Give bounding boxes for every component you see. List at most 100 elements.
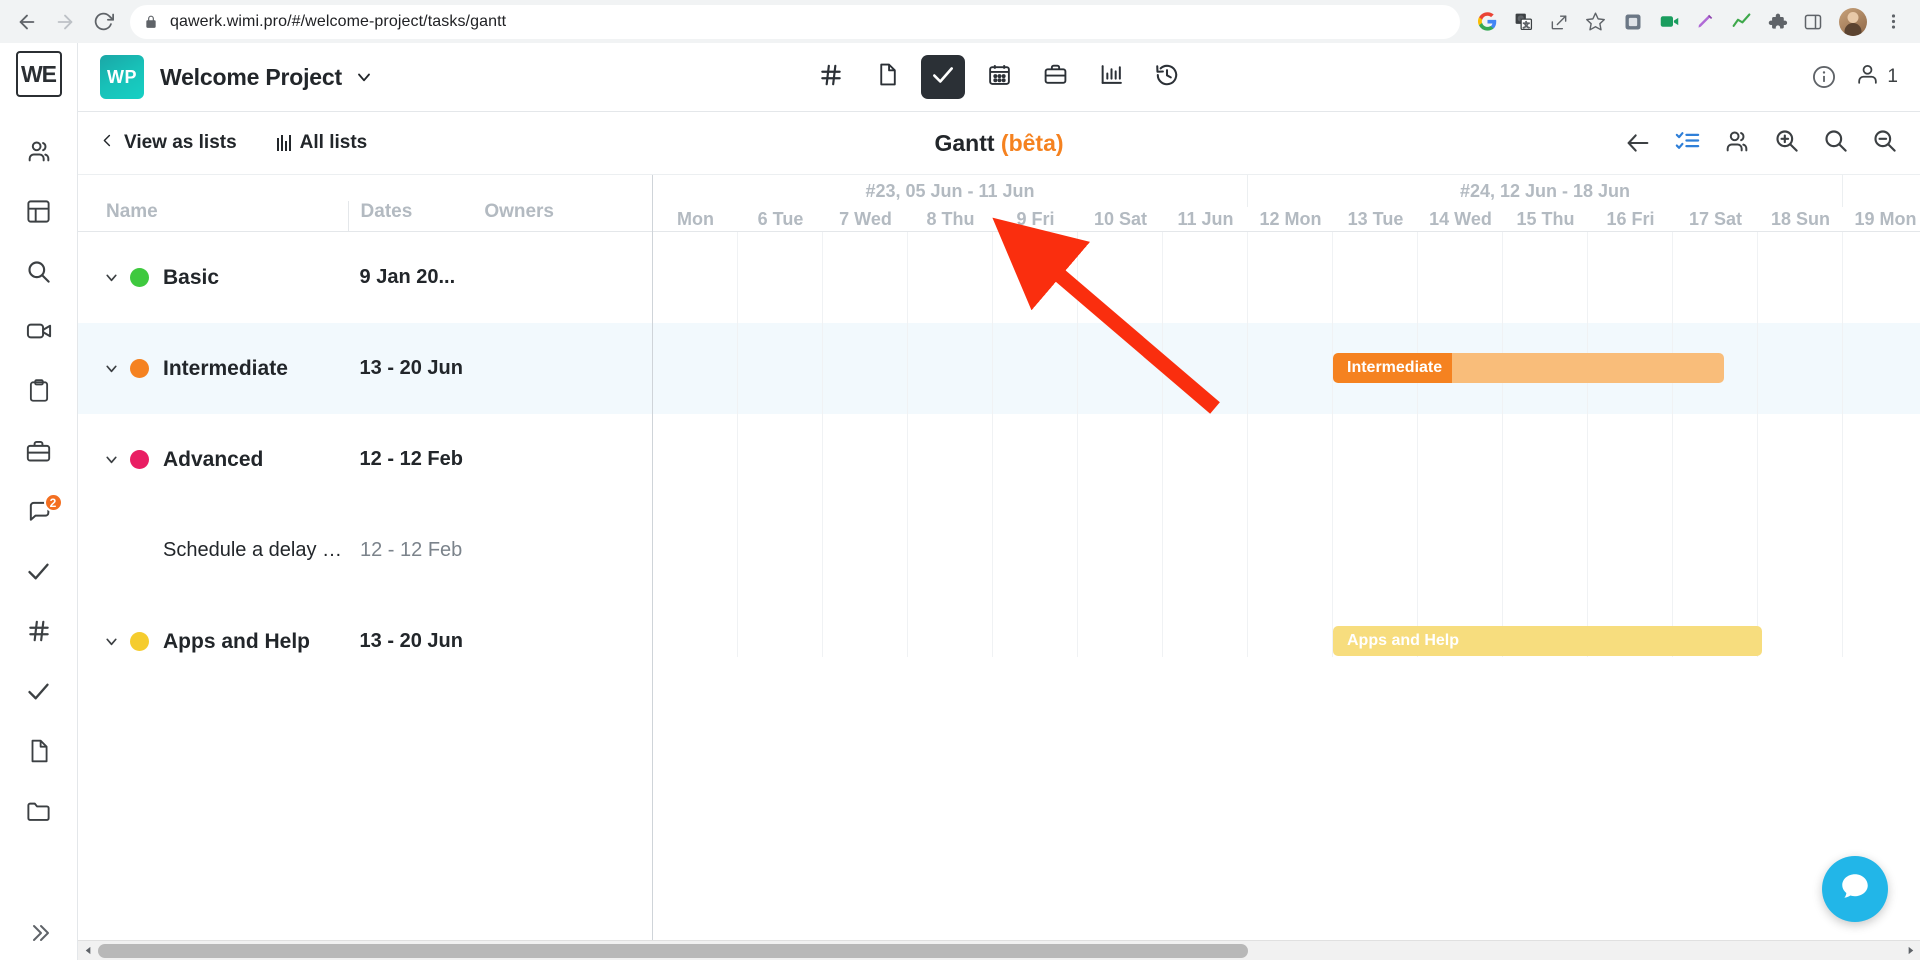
timeline-day-header: Mon6 Tue7 Wed8 Thu9 Fri10 Sat11 Jun12 Mo… (653, 207, 1920, 232)
chevron-down-icon[interactable] (100, 451, 122, 468)
address-bar[interactable]: qawerk.wimi.pro/#/welcome-project/tasks/… (130, 5, 1460, 39)
task-color-dot (130, 450, 149, 469)
task-color-dot (130, 268, 149, 287)
tab-documents[interactable] (865, 55, 909, 99)
horizontal-scrollbar[interactable] (78, 940, 1920, 960)
scroll-right-arrow[interactable] (1900, 941, 1920, 960)
video-camera-icon[interactable] (1652, 5, 1686, 39)
table-row[interactable]: Schedule a delay alert12 - 12 Feb (78, 505, 652, 596)
rail-item-tasks[interactable] (0, 541, 78, 601)
timeline-week-label: #25, 19 Jun - 25 Jun (1843, 175, 1920, 207)
rail-item-documents[interactable] (0, 721, 78, 781)
timeline-bars: Intermediate Apps and Help (653, 232, 1920, 960)
gantt-bar[interactable]: Apps and Help (1333, 626, 1762, 656)
timeline-day-label: 8 Thu (908, 207, 993, 231)
scrollbar-thumb[interactable] (98, 944, 1248, 958)
rail-item-video[interactable] (0, 301, 78, 361)
three-dot-menu-icon[interactable] (1876, 5, 1910, 39)
project-name[interactable]: Welcome Project (160, 64, 342, 91)
timeline-day-label: 13 Tue (1333, 207, 1418, 231)
timeline-day-label: 15 Thu (1503, 207, 1588, 231)
bar-chart-icon (1099, 62, 1124, 92)
share-icon[interactable] (1542, 5, 1576, 39)
task-name-cell: Advanced (78, 448, 348, 472)
tab-calendar[interactable] (977, 55, 1021, 99)
back-arrow-button[interactable] (1624, 129, 1652, 157)
tab-meetings[interactable] (1033, 55, 1077, 99)
briefcase-icon (25, 438, 52, 465)
task-color-dot (130, 632, 149, 651)
rail-item-channels[interactable] (0, 601, 78, 661)
chevron-down-icon[interactable] (100, 360, 122, 377)
zoom-out-button[interactable] (1871, 127, 1898, 159)
history-icon (1154, 62, 1180, 93)
table-row[interactable]: Apps and Help13 - 20 Jun (78, 596, 652, 687)
rail-expand-button[interactable] (0, 921, 78, 950)
table-row[interactable]: Basic9 Jan 20... (78, 232, 652, 323)
tab-reports[interactable] (1089, 55, 1133, 99)
lock-icon (144, 15, 158, 29)
chevron-down-icon[interactable] (100, 269, 122, 286)
tab-activity[interactable] (1145, 55, 1189, 99)
chart-line-icon[interactable] (1724, 5, 1758, 39)
timeline-day-label: 6 Tue (738, 207, 823, 231)
browser-back-button[interactable] (10, 5, 44, 39)
rail-item-dashboard[interactable] (0, 181, 78, 241)
rail-item-chat[interactable]: 2 (0, 481, 78, 541)
member-count[interactable]: 1 (1855, 62, 1898, 93)
gantt-bar-progress: Intermediate (1333, 353, 1452, 383)
table-row[interactable]: Intermediate13 - 20 Jun (78, 323, 652, 414)
timeline-day-label: Mon (653, 207, 738, 231)
info-icon[interactable] (1811, 64, 1837, 90)
puzzle-extensions-icon[interactable] (1760, 5, 1794, 39)
main-content: WP Welcome Project (78, 43, 1920, 960)
person-icon (1855, 62, 1880, 93)
search-button[interactable] (1822, 127, 1849, 159)
rail-item-search[interactable] (0, 241, 78, 301)
view-as-lists-button[interactable]: View as lists (100, 131, 237, 156)
task-name: Advanced (163, 448, 263, 472)
google-translate-icon[interactable]: G文 (1506, 5, 1540, 39)
column-header-dates[interactable]: Dates (348, 201, 473, 231)
zoom-in-button[interactable] (1773, 127, 1800, 159)
member-count-value: 1 (1887, 66, 1898, 88)
project-logo[interactable]: WP (100, 55, 144, 99)
list-view-button[interactable] (1674, 127, 1701, 159)
column-header-name[interactable]: Name (78, 201, 348, 231)
all-lists-button[interactable]: All lists (277, 132, 368, 154)
gantt-toolbar-actions (1624, 127, 1898, 160)
browser-forward-button[interactable] (48, 5, 82, 39)
bookmark-star-icon[interactable] (1578, 5, 1612, 39)
members-button[interactable] (1723, 127, 1751, 160)
rail-item-tasks-2[interactable] (0, 661, 78, 721)
rail-item-clipboard[interactable] (0, 361, 78, 421)
people-icon (1723, 127, 1751, 160)
project-module-tabs (809, 55, 1189, 99)
intercom-messenger-button[interactable] (1822, 856, 1888, 922)
table-row[interactable]: Advanced12 - 12 Feb (78, 414, 652, 505)
zoom-in-icon (1773, 127, 1800, 159)
chevron-down-icon[interactable] (100, 633, 122, 650)
chevron-down-icon[interactable] (354, 67, 374, 87)
side-panel-icon[interactable] (1796, 5, 1830, 39)
timeline-body: Intermediate Apps and Help (653, 232, 1920, 960)
google-icon[interactable] (1470, 5, 1504, 39)
browser-action-icons: G文 (1470, 5, 1612, 39)
extension-icon[interactable] (1616, 5, 1650, 39)
gantt-sub-toolbar: View as lists All lists Gantt (bêta) (78, 112, 1920, 174)
scrollbar-track[interactable] (98, 941, 1900, 960)
highlighter-icon[interactable] (1688, 5, 1722, 39)
wimi-logo[interactable]: WE (16, 51, 62, 97)
column-header-owners[interactable]: Owners (472, 201, 652, 231)
page-title: Gantt (bêta) (934, 130, 1063, 157)
rail-item-folders[interactable] (0, 781, 78, 841)
document-icon (26, 738, 52, 764)
rail-item-briefcase[interactable] (0, 421, 78, 481)
tab-tasks[interactable] (921, 55, 965, 99)
profile-avatar-icon[interactable] (1839, 8, 1867, 36)
gantt-bar[interactable]: Intermediate (1333, 353, 1724, 383)
rail-item-teams[interactable] (0, 121, 78, 181)
browser-reload-button[interactable] (86, 5, 120, 39)
tab-channels[interactable] (809, 55, 853, 99)
scroll-left-arrow[interactable] (78, 941, 98, 960)
